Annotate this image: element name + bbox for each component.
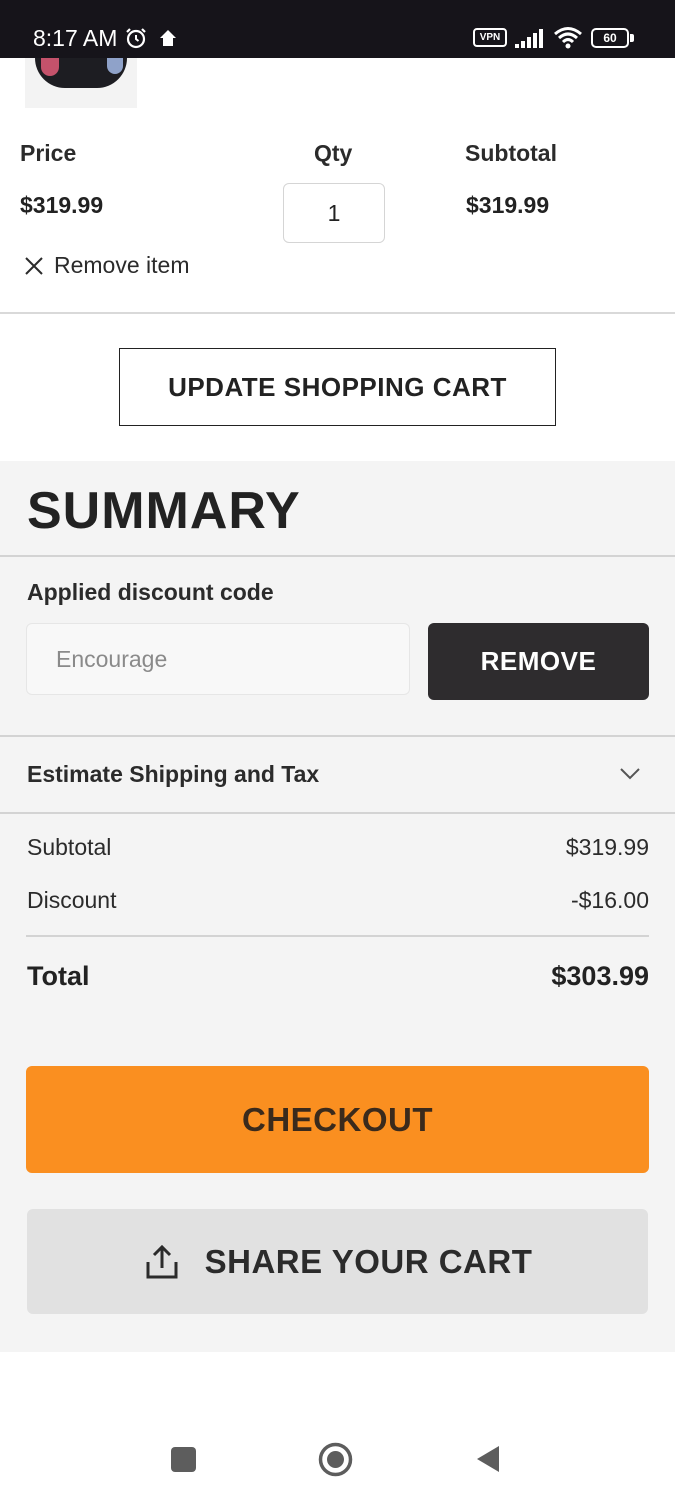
chevron-down-icon	[620, 768, 640, 780]
recent-apps-button[interactable]	[171, 1447, 196, 1472]
discount-code-label: Applied discount code	[27, 579, 274, 605]
item-price: $319.99	[20, 192, 104, 218]
share-cart-label: SHARE YOUR CART	[204, 1242, 533, 1280]
discount-code-input[interactable]	[26, 623, 410, 695]
total-value: $303.99	[551, 961, 649, 991]
subtotal-column-label: Subtotal	[465, 140, 557, 166]
quantity-input[interactable]	[283, 183, 385, 243]
status-time: 8:17 AM	[33, 25, 118, 51]
divider	[26, 935, 649, 937]
product-thumbnail[interactable]	[25, 58, 137, 108]
divider	[0, 312, 675, 314]
home-icon	[160, 30, 176, 46]
battery-level: 60	[591, 28, 629, 48]
total-label: Total	[27, 961, 90, 991]
battery-icon: 60	[591, 28, 635, 48]
divider	[0, 812, 675, 814]
summary-panel: SUMMARY Applied discount code REMOVE Est…	[0, 461, 675, 1352]
shipping-label: Estimate Shipping and Tax	[27, 761, 320, 787]
checkout-button[interactable]: CHECKOUT	[26, 1066, 649, 1173]
share-cart-button[interactable]: SHARE YOUR CART	[27, 1209, 648, 1314]
signal-icon	[515, 29, 543, 48]
status-bar: 8:17 AM VPN 60	[0, 0, 675, 58]
share-icon	[146, 1244, 178, 1278]
discount-row-label: Discount	[27, 887, 117, 913]
close-icon	[25, 256, 43, 275]
divider	[0, 555, 675, 557]
subtotal-label: Subtotal	[27, 834, 112, 860]
remove-discount-button[interactable]: REMOVE	[428, 623, 649, 700]
discount-value: -$16.00	[570, 887, 649, 913]
remove-item-label: Remove item	[54, 252, 190, 278]
estimate-shipping-toggle[interactable]: Estimate Shipping and Tax	[0, 736, 675, 813]
wifi-icon	[554, 27, 582, 49]
back-button[interactable]	[475, 1444, 501, 1474]
remove-item-link[interactable]: Remove item	[24, 252, 189, 279]
summary-title: SUMMARY	[27, 482, 301, 540]
vpn-badge: VPN	[473, 28, 507, 47]
qty-column-label: Qty	[314, 140, 353, 166]
home-button[interactable]	[318, 1442, 353, 1477]
update-cart-button[interactable]: UPDATE SHOPPING CART	[119, 348, 556, 426]
item-subtotal: $319.99	[466, 192, 550, 218]
price-column-label: Price	[20, 140, 77, 166]
subtotal-value: $319.99	[565, 834, 649, 860]
alarm-icon	[126, 28, 146, 49]
